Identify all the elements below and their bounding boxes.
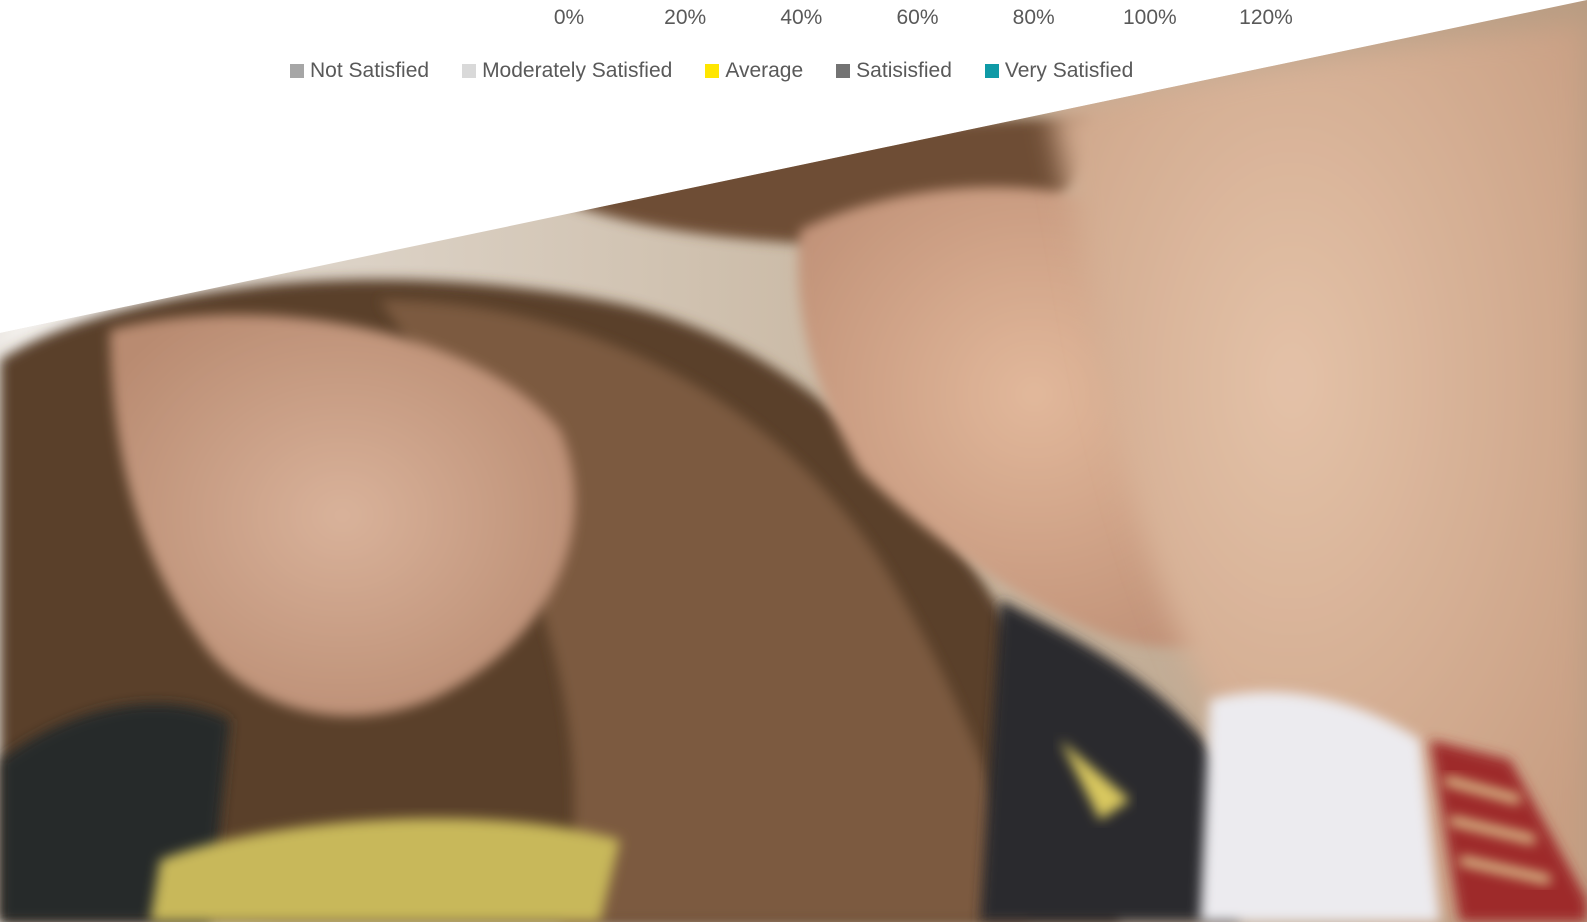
legend-item: Moderately Satisfied xyxy=(462,59,672,83)
x-tick-label: 80% xyxy=(1012,6,1055,29)
x-tick-label: 60% xyxy=(896,6,939,29)
legend-label: Not Satisfied xyxy=(310,59,430,82)
background-photo xyxy=(0,0,1587,922)
legend: Not Satisfied Moderately Satisfied Average… xyxy=(290,57,1133,85)
x-axis: 0% 20% 40% 60% 80% 100% 120% xyxy=(0,0,1587,40)
x-tick-label: 40% xyxy=(780,6,823,29)
legend-item: Average xyxy=(705,59,803,83)
legend-swatch xyxy=(984,64,999,78)
legend-label: Satisisfied xyxy=(856,59,952,82)
x-tick-label: 120% xyxy=(1239,6,1293,29)
legend-label: Moderately Satisfied xyxy=(482,59,673,82)
legend-item: Not Satisfied xyxy=(290,59,429,83)
x-tick-label: 20% xyxy=(664,6,707,29)
legend-swatch xyxy=(462,64,477,78)
x-tick-label: 0% xyxy=(553,6,585,29)
legend-item: Satisisfied xyxy=(836,59,952,83)
legend-swatch xyxy=(290,64,304,78)
legend-swatch xyxy=(705,64,720,78)
legend-item: Very Satisfied xyxy=(984,59,1134,83)
x-tick-label: 100% xyxy=(1122,6,1177,29)
legend-label: Very Satisfied xyxy=(1004,59,1134,82)
legend-label: Average xyxy=(725,59,804,82)
legend-swatch xyxy=(836,64,851,78)
